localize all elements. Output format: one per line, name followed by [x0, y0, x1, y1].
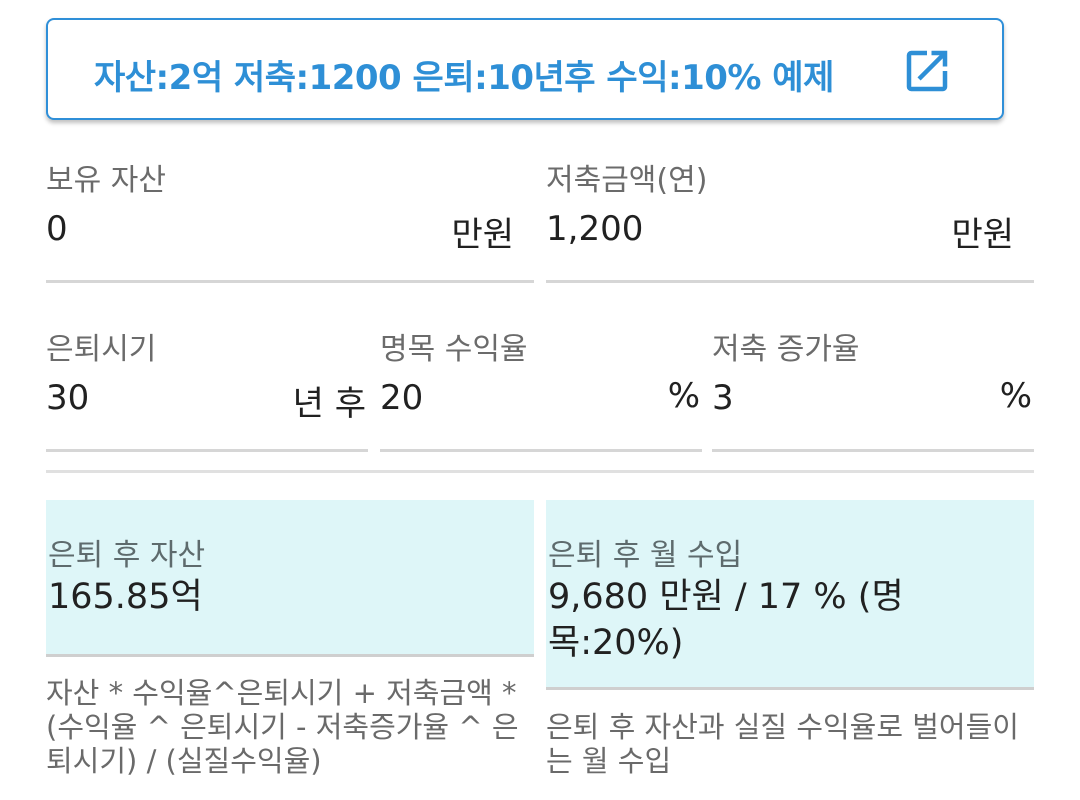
retirement-input[interactable]: 30 — [46, 378, 89, 418]
assets-input[interactable]: 0 — [46, 209, 68, 249]
retirement-field[interactable]: 은퇴시기 30 년 후 — [46, 324, 368, 452]
assets-field[interactable]: 보유 자산 0 만원 — [46, 155, 534, 283]
savings-growth-input[interactable]: 3 — [712, 378, 734, 418]
retirement-label: 은퇴시기 — [46, 332, 157, 367]
assets-underline — [46, 280, 534, 283]
monthly-income-helper: 은퇴 후 자산과 실질 수익율로 벌어들이는 월 수입 — [546, 710, 1019, 778]
assets-after-label: 은퇴 후 자산 — [48, 538, 206, 573]
example-preset-label: 자산:2억 저축:1200 은퇴:10년후 수익:10% 예제 — [94, 58, 834, 98]
savings-input[interactable]: 1,200 — [546, 209, 643, 249]
savings-growth-unit: % — [999, 376, 1032, 416]
nominal-return-field[interactable]: 명목 수익율 20 % — [380, 324, 702, 452]
savings-underline — [546, 280, 1034, 283]
savings-unit: 만원 — [951, 215, 1014, 255]
nominal-return-input[interactable]: 20 — [380, 378, 423, 418]
savings-growth-field[interactable]: 저축 증가율 3 % — [712, 324, 1034, 452]
section-divider — [46, 470, 1034, 473]
savings-label: 저축금액(연) — [546, 163, 708, 198]
example-preset-button[interactable]: 자산:2억 저축:1200 은퇴:10년후 수익:10% 예제 — [46, 18, 1004, 120]
monthly-income-value: 9,680 만원 / 17 % (명목:20%) — [548, 577, 904, 663]
savings-field[interactable]: 저축금액(연) 1,200 만원 — [546, 155, 1034, 283]
savings-growth-underline — [712, 449, 1034, 452]
assets-after-underline — [46, 654, 534, 657]
nominal-return-underline — [380, 449, 702, 452]
nominal-return-label: 명목 수익율 — [380, 332, 528, 367]
assets-after-formula: 자산 * 수익율^은퇴시기 + 저축금액 * (수익율 ^ 은퇴시기 - 저축증… — [46, 676, 519, 778]
monthly-income-result: 은퇴 후 월 수입 9,680 만원 / 17 % (명목:20%) — [546, 500, 1034, 690]
monthly-income-underline — [546, 687, 1034, 690]
retirement-unit: 년 후 — [292, 384, 366, 424]
open-in-new-icon — [906, 50, 948, 92]
assets-unit: 만원 — [451, 215, 514, 255]
nominal-return-unit: % — [667, 376, 700, 416]
monthly-income-label: 은퇴 후 월 수입 — [548, 538, 743, 573]
retirement-underline — [46, 449, 368, 452]
assets-after-result: 은퇴 후 자산 165.85억 — [46, 500, 534, 657]
assets-label: 보유 자산 — [46, 163, 166, 198]
savings-growth-label: 저축 증가율 — [712, 332, 860, 367]
assets-after-value: 165.85억 — [48, 577, 203, 617]
